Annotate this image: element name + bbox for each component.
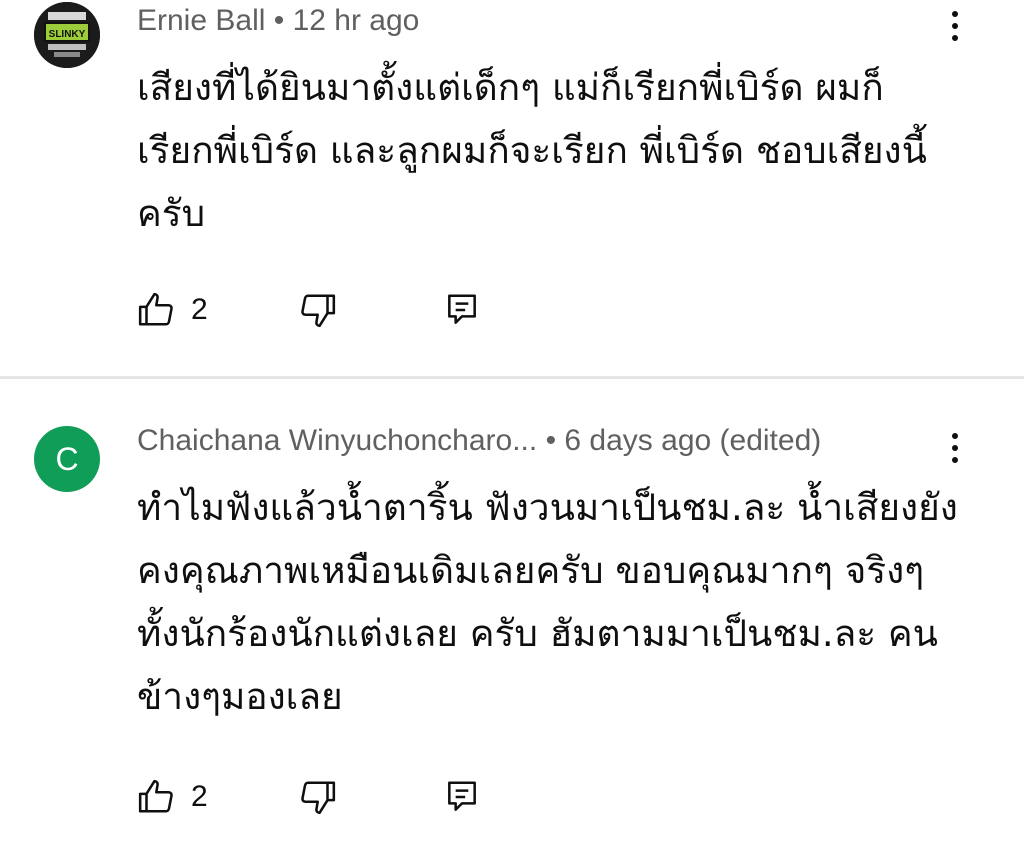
more-vertical-icon[interactable] bbox=[940, 2, 970, 50]
avatar-letter: C bbox=[34, 426, 100, 492]
dislike-button[interactable] bbox=[299, 772, 337, 822]
reply-button[interactable] bbox=[443, 285, 481, 335]
more-vertical-icon[interactable] bbox=[940, 424, 970, 472]
avatar[interactable]: SLINKY bbox=[34, 2, 100, 68]
like-button[interactable]: 2 bbox=[137, 772, 208, 822]
slinky-logo-icon: SLINKY bbox=[34, 2, 100, 68]
reply-comment-icon bbox=[448, 781, 476, 811]
avatar[interactable]: C bbox=[34, 426, 100, 492]
thumb-up-icon bbox=[138, 779, 173, 813]
comment-actions: 2 bbox=[137, 285, 537, 335]
thumb-down-icon bbox=[301, 781, 336, 815]
comment-item: C Chaichana Winyuchoncharo... • 6 days a… bbox=[0, 380, 1024, 856]
comment-time: • 12 hr ago bbox=[265, 4, 420, 37]
like-count: 2 bbox=[191, 780, 208, 813]
avatar-logo-text: SLINKY bbox=[49, 29, 86, 40]
reply-comment-icon bbox=[448, 294, 476, 324]
thumb-up-icon bbox=[138, 292, 173, 326]
thumb-down-icon bbox=[301, 294, 336, 328]
like-button[interactable]: 2 bbox=[137, 285, 208, 335]
comment-text: เสียงที่ได้ยินมาตั้งแต่เด็กๆ แม่ก็เรียกพ… bbox=[137, 66, 927, 235]
avatar-image: SLINKY bbox=[34, 2, 100, 68]
like-count: 2 bbox=[191, 293, 208, 326]
comment-time: • 6 days ago (edited) bbox=[537, 424, 822, 457]
author-name[interactable]: Ernie Ball bbox=[137, 4, 265, 37]
comment-text: ทำไมฟังแล้วน้ำตาริ้น ฟังวนมาเป็นชม.ละ น้… bbox=[137, 486, 958, 718]
comment-meta: Ernie Ball • 12 hr ago bbox=[137, 4, 419, 38]
comment-divider bbox=[0, 376, 1024, 379]
comment-item: SLINKY Ernie Ball • 12 hr ago เสียงที่ได… bbox=[0, 0, 1024, 376]
reply-button[interactable] bbox=[443, 772, 481, 822]
comment-meta: Chaichana Winyuchoncharo... • 6 days ago… bbox=[137, 424, 821, 458]
comment-actions: 2 bbox=[137, 772, 537, 822]
dislike-button[interactable] bbox=[299, 285, 337, 335]
author-name[interactable]: Chaichana Winyuchoncharo... bbox=[137, 424, 537, 457]
